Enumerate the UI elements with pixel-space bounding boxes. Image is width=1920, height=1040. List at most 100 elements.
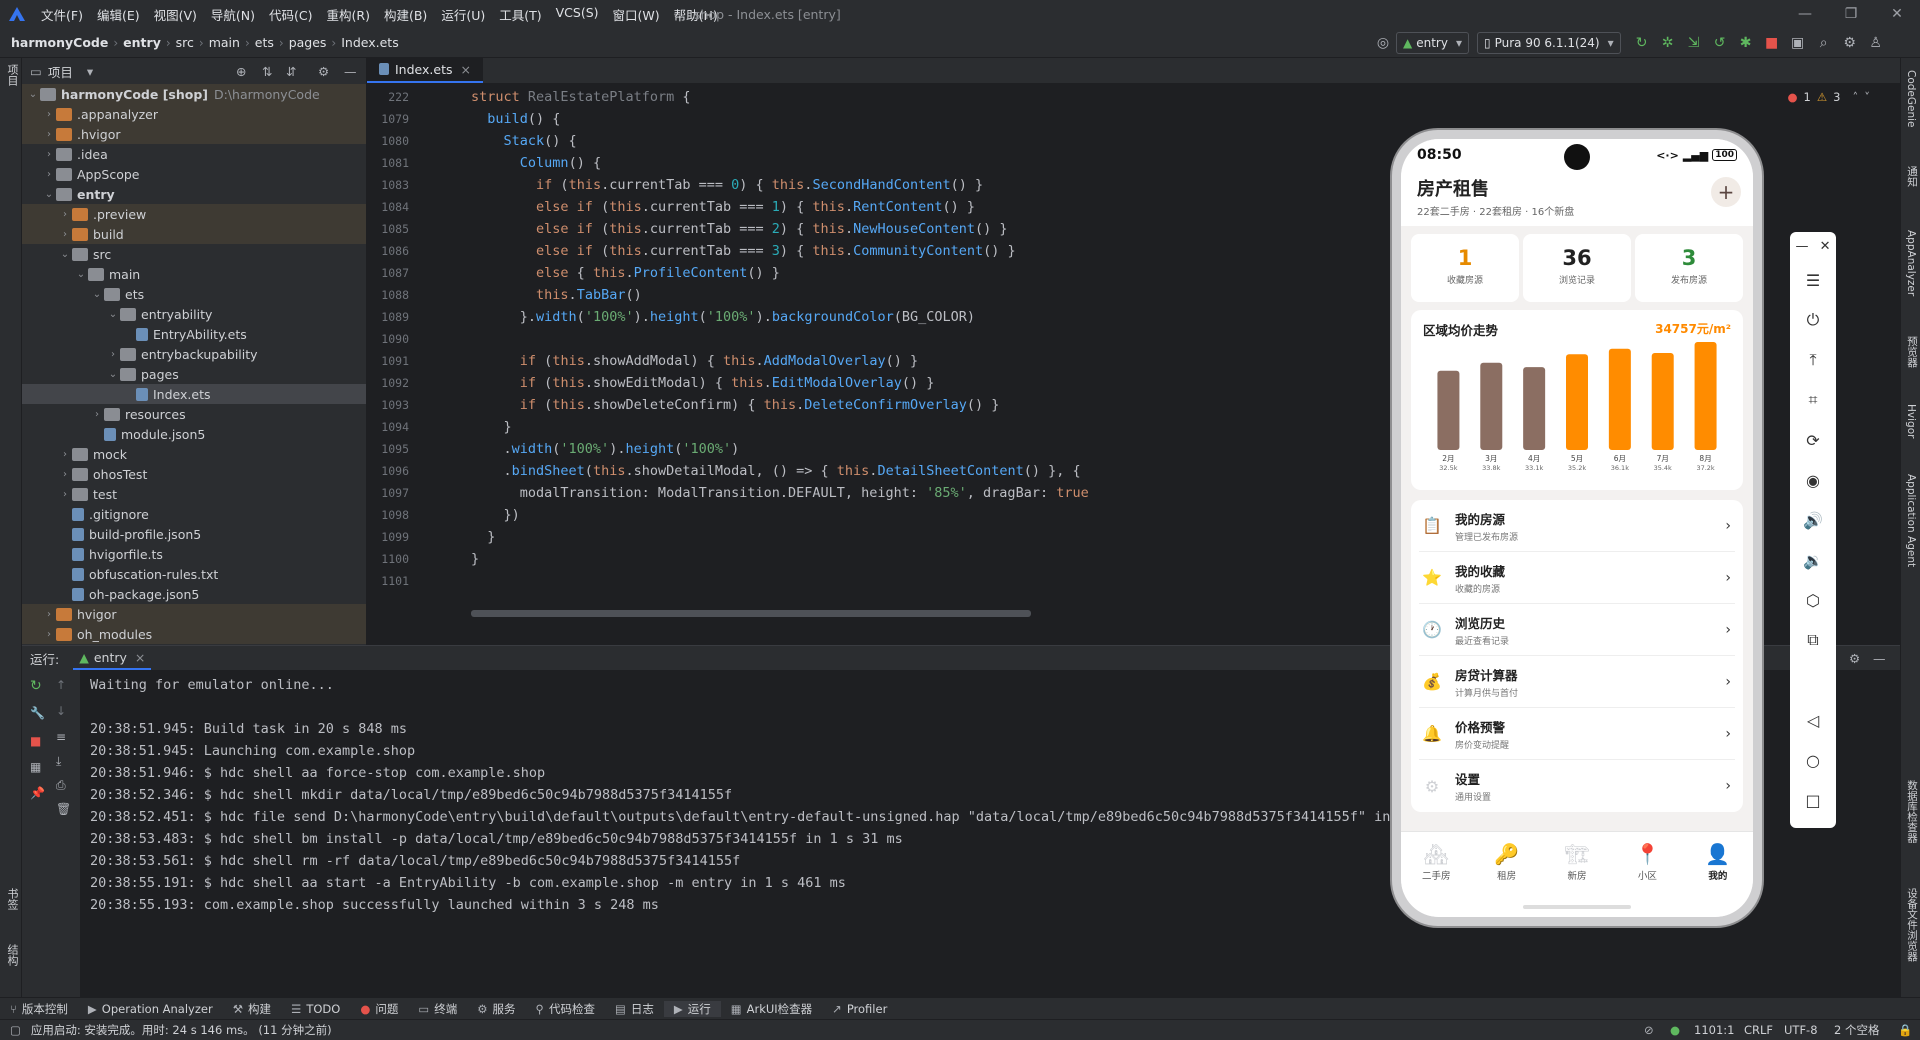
arrow-up-icon[interactable]: ↑ <box>56 678 66 692</box>
soft-wrap-icon[interactable]: ≡ <box>56 730 66 744</box>
stat-card[interactable]: 1 收藏房源 <box>1411 234 1519 302</box>
status-message[interactable]: 应用启动: 安装完成。用时: 24 s 146 ms。 (11 分钟之前) <box>31 1022 332 1038</box>
bottom-tab-item[interactable]: 👤 我的 <box>1683 832 1753 917</box>
copy-icon[interactable]: ⧉ <box>1790 620 1836 660</box>
gear-icon[interactable]: ⚙ <box>1849 651 1860 666</box>
chevron-right-icon[interactable]: › <box>42 129 56 140</box>
tool-window-profiler[interactable]: ↗ Profiler <box>822 1002 897 1016</box>
chevron-right-icon[interactable]: › <box>58 229 72 240</box>
collapse-all-icon[interactable]: ⇵ <box>286 64 296 79</box>
tool-window-arkui-inspector[interactable]: ▦ ArkUI检查器 <box>721 1001 822 1017</box>
menu-item[interactable]: 视图(V) <box>147 5 204 24</box>
menu-item[interactable]: 文件(F) <box>34 5 90 24</box>
rerun-icon[interactable]: ↻ <box>1629 30 1655 56</box>
chevron-right-icon[interactable]: › <box>58 469 72 480</box>
database-inspector-tool-tab[interactable]: 数据库检查器 <box>1905 780 1920 843</box>
bottom-tab-item[interactable]: 🏘 二手房 <box>1401 832 1471 917</box>
menu-item[interactable]: 工具(T) <box>492 5 548 24</box>
chevron-right-icon[interactable]: › <box>42 149 56 160</box>
reload-icon[interactable]: ↺ <box>1707 30 1733 56</box>
project-tool-tab[interactable]: 项目 <box>4 64 20 86</box>
chevron-down-icon[interactable]: ⌄ <box>58 249 72 260</box>
tree-file[interactable]: module.json5 <box>22 424 366 444</box>
print-icon[interactable]: ⎙ <box>56 778 66 793</box>
chevron-right-icon[interactable]: › <box>42 109 56 120</box>
layout-icon[interactable]: ▦ <box>30 760 41 774</box>
file-encoding[interactable]: UTF-8 <box>1784 1023 1818 1037</box>
tree-folder[interactable]: › entrybackupability <box>22 344 366 364</box>
gear-icon[interactable]: ⚙ <box>318 64 329 79</box>
tree-file[interactable]: hvigorfile.ts <box>22 544 366 564</box>
tree-folder[interactable]: › AppScope <box>22 164 366 184</box>
device-file-browser-tool-tab[interactable]: 设备文件浏览器 <box>1905 888 1920 962</box>
chevron-down-icon[interactable]: ⌄ <box>74 269 88 280</box>
attach-icon[interactable]: ⇲ <box>1681 30 1707 56</box>
tree-folder[interactable]: › resources <box>22 404 366 424</box>
chevron-up-icon[interactable]: ˄ <box>1853 90 1859 104</box>
tool-window-terminal[interactable]: ▭ 终端 <box>408 1001 467 1017</box>
no-inspection-icon[interactable]: ⊘ <box>1644 1023 1654 1037</box>
chevron-right-icon[interactable]: › <box>58 489 72 500</box>
power-icon[interactable]: ⏻ <box>1790 300 1836 340</box>
tree-file[interactable]: Index.ets <box>22 384 366 404</box>
maximize-icon[interactable]: ❐ <box>1828 0 1874 28</box>
breadcrumb-item[interactable]: pages <box>286 35 330 50</box>
tool-window-log[interactable]: ▤ 日志 <box>605 1001 664 1017</box>
chevron-down-icon[interactable]: ⌄ <box>106 309 120 320</box>
chevron-down-icon[interactable]: ⌄ <box>106 369 120 380</box>
profile-menu-item[interactable]: 📋 我的房源 管理已发布房源 › <box>1419 500 1735 552</box>
breadcrumb-item[interactable]: ets <box>252 35 277 50</box>
lock-icon[interactable]: 🔒 <box>1898 1023 1912 1037</box>
crop-icon[interactable]: ⌗ <box>1790 380 1836 420</box>
chevron-down-icon[interactable]: ˅ <box>1864 90 1870 104</box>
tree-folder[interactable]: › hvigor <box>22 604 366 624</box>
volume-down-icon[interactable]: 🔉 <box>1790 540 1836 580</box>
breadcrumb-item[interactable]: Index.ets <box>338 35 402 50</box>
profile-menu-item[interactable]: 🕐 浏览历史 最近查看记录 › <box>1419 604 1735 656</box>
breadcrumb-item[interactable]: src <box>173 35 197 50</box>
bookmarks-tool-tab[interactable]: 书签 <box>4 888 20 910</box>
chevron-down-icon[interactable]: ⌄ <box>26 89 40 100</box>
tree-folder[interactable]: › .hvigor <box>22 124 366 144</box>
hide-panel-icon[interactable]: — <box>1873 651 1886 666</box>
locate-icon[interactable]: ⊕ <box>236 64 246 79</box>
indent-setting[interactable]: 2 个空格 <box>1834 1022 1879 1038</box>
tree-folder[interactable]: ⌄ entry <box>22 184 366 204</box>
debug-attach-icon[interactable]: ✱ <box>1733 30 1759 56</box>
tab-index-ets[interactable]: Index.ets × <box>367 57 483 83</box>
tree-folder[interactable]: ⌄ entryability <box>22 304 366 324</box>
tool-window-todo[interactable]: ☰ TODO <box>281 1002 350 1016</box>
search-icon[interactable]: ⌕ <box>1811 30 1837 56</box>
menu-item[interactable]: VCS(S) <box>549 5 606 24</box>
back-icon[interactable]: ◁ <box>1790 700 1836 740</box>
close-tab-icon[interactable]: × <box>461 62 471 77</box>
tree-folder[interactable]: › mock <box>22 444 366 464</box>
home-icon[interactable]: ○ <box>1790 740 1836 780</box>
stat-card[interactable]: 3 发布房源 <box>1635 234 1743 302</box>
chevron-right-icon[interactable]: › <box>42 609 56 620</box>
profile-menu-item[interactable]: ⭐ 我的收藏 收藏的房源 › <box>1419 552 1735 604</box>
close-icon[interactable]: ✕ <box>1874 0 1920 28</box>
minimize-icon[interactable]: — <box>1796 239 1809 254</box>
tool-window-operation-analyzer[interactable]: ▶ Operation Analyzer <box>78 1002 223 1016</box>
menu-item[interactable]: 窗口(W) <box>606 5 667 24</box>
tree-folder[interactable]: ⌄ src <box>22 244 366 264</box>
profile-menu-item[interactable]: 🔔 价格预警 房价变动提醒 › <box>1419 708 1735 760</box>
chevron-right-icon[interactable]: › <box>106 349 120 360</box>
tool-window-services[interactable]: ⚙ 服务 <box>467 1001 525 1017</box>
cursor-position[interactable]: 1101:1 <box>1694 1023 1734 1037</box>
tree-folder[interactable]: › .preview <box>22 204 366 224</box>
stop-icon[interactable]: ■ <box>1759 30 1785 56</box>
application-agent-tool-tab[interactable]: Application Agent <box>1905 474 1917 567</box>
tree-folder[interactable]: › oh_modules <box>22 624 366 644</box>
wrench-icon[interactable]: 🔧 <box>30 706 45 720</box>
settings-icon[interactable]: ⚙ <box>1837 30 1863 56</box>
account-icon[interactable]: ♙ <box>1863 30 1889 56</box>
tree-folder[interactable]: › .appanalyzer <box>22 104 366 124</box>
chevron-right-icon[interactable]: › <box>58 209 72 220</box>
appanalyzer-tool-tab[interactable]: AppAnalyzer <box>1905 230 1917 296</box>
upload-icon[interactable]: ⤒ <box>1790 340 1836 380</box>
arrow-down-icon[interactable]: ↓ <box>56 704 66 718</box>
tree-file[interactable]: .gitignore <box>22 504 366 524</box>
profile-menu-item[interactable]: ⚙ 设置 通用设置 › <box>1419 760 1735 812</box>
